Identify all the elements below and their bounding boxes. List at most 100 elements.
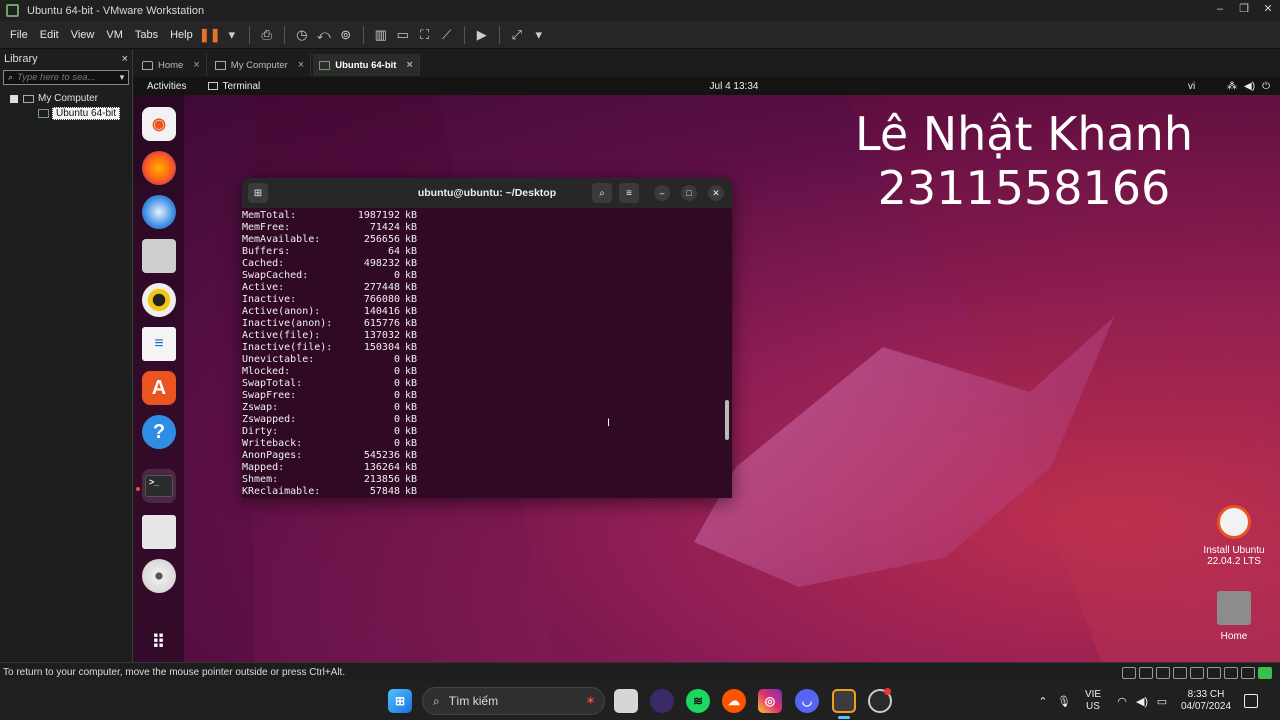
tab-home[interactable]: Home × <box>136 54 207 76</box>
input-language-indicator[interactable]: VIE US <box>1078 689 1108 713</box>
maximize-icon[interactable]: □ <box>681 185 697 201</box>
files-icon[interactable] <box>142 239 176 273</box>
show-library-icon[interactable]: ▥ <box>370 25 392 45</box>
close-tab-icon[interactable]: × <box>193 59 199 71</box>
snapshot-manager-icon[interactable]: ⊚ <box>335 25 357 45</box>
menu-view[interactable]: View <box>65 29 101 41</box>
library-search-field[interactable]: ⌕ Type here to sea... ▼ <box>3 70 129 85</box>
sound-card-icon[interactable] <box>1190 666 1204 679</box>
hamburger-menu-icon[interactable]: ≡ <box>619 183 639 203</box>
snapshot-icon[interactable]: ◷ <box>291 25 313 45</box>
menu-tabs[interactable]: Tabs <box>129 29 164 41</box>
firefox-icon[interactable] <box>142 151 176 185</box>
network-adapter-icon[interactable] <box>1156 666 1170 679</box>
power-dropdown-icon[interactable]: ▾ <box>221 25 243 45</box>
install-ubuntu-icon[interactable]: ◉ <box>142 107 176 141</box>
terminal-scrollbar[interactable] <box>725 400 729 440</box>
cd-drive-icon[interactable] <box>142 559 176 593</box>
minimize-button[interactable]: – <box>1208 0 1232 21</box>
terminal-dock-icon[interactable]: >_ <box>142 469 176 503</box>
meminfo-key: Buffers: <box>242 246 291 257</box>
start-windows-icon[interactable]: ⊞ <box>388 689 412 713</box>
ubuntu-guest-screen[interactable]: Activities Terminal Jul 4 13:34 vi ⁂ ◀) … <box>134 77 1280 662</box>
floppy-icon[interactable] <box>1207 666 1221 679</box>
menu-file[interactable]: File <box>0 29 34 41</box>
stretch-dropdown-icon[interactable]: ▾ <box>528 25 550 45</box>
meminfo-value: 545236 <box>363 450 400 461</box>
app-icon[interactable] <box>650 689 674 713</box>
menu-edit[interactable]: Edit <box>34 29 65 41</box>
chevron-down-icon[interactable]: ▼ <box>118 73 128 82</box>
meminfo-unit: kB <box>405 390 418 401</box>
tree-item-ubuntu[interactable]: Ubuntu 64-bit <box>0 106 132 121</box>
menu-vm[interactable]: VM <box>100 29 129 41</box>
close-tab-icon[interactable]: × <box>406 59 412 71</box>
help-icon[interactable]: ? <box>142 415 176 449</box>
discord-icon[interactable]: ◡ <box>795 689 819 713</box>
hard-disk-icon[interactable] <box>1122 666 1136 679</box>
volume-icon[interactable]: ◀) <box>1132 695 1152 708</box>
thumbnail-bar-icon[interactable]: ▭ <box>392 25 414 45</box>
app-menu-terminal[interactable]: Terminal <box>208 81 260 92</box>
close-button[interactable]: ✕ <box>1256 0 1280 21</box>
input-language[interactable]: vi <box>1188 81 1195 92</box>
instagram-icon[interactable]: ◎ <box>758 689 782 713</box>
meminfo-unit: kB <box>405 294 418 305</box>
terminal-header-bar[interactable]: ⊞ ubuntu@ubuntu: ~/Desktop ⌕ ≡ – □ ✕ <box>242 178 732 208</box>
system-menu[interactable]: ⁂ ◀) ⏻ <box>1227 81 1270 92</box>
taskbar-search-box[interactable]: ⌕ Tìm kiếm ✶ <box>422 687 605 715</box>
meminfo-key: Mlocked: <box>242 366 291 377</box>
console-view-icon[interactable]: ▶ <box>471 25 493 45</box>
collapse-icon[interactable] <box>10 94 18 103</box>
notification-icon[interactable] <box>1244 694 1258 708</box>
vmware-taskbar-icon[interactable] <box>832 689 856 713</box>
meminfo-key: KReclaimable: <box>242 486 321 497</box>
activities-button[interactable]: Activities <box>147 81 186 92</box>
battery-icon[interactable]: ▭ <box>1152 695 1172 708</box>
tree-item-my-computer[interactable]: My Computer <box>0 91 132 106</box>
desktop-icon-install-ubuntu[interactable]: Install Ubuntu 22.04.2 LTS <box>1194 505 1274 567</box>
cd-dvd-icon[interactable] <box>1139 666 1153 679</box>
minimize-icon[interactable]: – <box>654 185 670 201</box>
terminal-window[interactable]: ⊞ ubuntu@ubuntu: ~/Desktop ⌕ ≡ – □ ✕ Mem… <box>242 178 732 498</box>
clock-time: 8:33 CH <box>1187 689 1225 700</box>
terminal-output[interactable]: MemTotal: 1987192 kB MemFree: 71424 kB MemAvai… <box>242 208 732 498</box>
menu-help[interactable]: Help <box>164 29 199 41</box>
tab-my-computer[interactable]: My Computer × <box>209 54 312 76</box>
display-icon[interactable] <box>1241 666 1255 679</box>
thunderbird-icon[interactable] <box>142 195 176 229</box>
floppy-drive-icon[interactable] <box>142 515 176 549</box>
task-view-icon[interactable] <box>614 689 638 713</box>
ubuntu-software-icon[interactable]: A <box>142 371 176 405</box>
full-screen-icon[interactable]: ⛶ <box>414 25 436 45</box>
unity-icon[interactable]: ⟋ <box>436 25 458 45</box>
close-tab-icon[interactable]: × <box>298 59 304 71</box>
chevron-up-icon[interactable]: ⌃ <box>1036 695 1050 708</box>
watermark-id: 2311558166 <box>877 161 1171 215</box>
revert-snapshot-icon[interactable]: ⤺ <box>313 25 335 45</box>
spotify-icon[interactable]: ≋ <box>686 689 710 713</box>
wifi-icon[interactable]: ◠ <box>1112 695 1132 708</box>
libreoffice-writer-icon[interactable]: ≡ <box>142 327 176 361</box>
rhythmbox-icon[interactable] <box>142 283 176 317</box>
tab-ubuntu-64-bit[interactable]: Ubuntu 64-bit × <box>313 54 420 76</box>
tab-label: Home <box>158 59 184 71</box>
pause-vm-icon[interactable]: ❚❚ <box>199 25 221 45</box>
device-indicators <box>1122 666 1272 679</box>
taskbar-clock[interactable]: 8:33 CH 04/07/2024 <box>1178 689 1234 713</box>
gnome-clock[interactable]: Jul 4 13:34 <box>694 81 774 92</box>
soundcloud-icon[interactable]: ☁ <box>722 689 746 713</box>
stretch-guest-icon[interactable]: ⤢ <box>506 25 528 45</box>
usb-icon[interactable] <box>1173 666 1187 679</box>
send-ctrl-alt-del-icon[interactable]: ⎙ <box>256 25 278 45</box>
printer-icon[interactable] <box>1224 666 1238 679</box>
library-header: Library × <box>0 50 132 68</box>
meminfo-value: 1987192 <box>357 210 400 221</box>
desktop-icon-home[interactable]: Home <box>1194 591 1274 642</box>
close-icon[interactable]: ✕ <box>708 185 724 201</box>
show-apps-icon[interactable]: ⠿ <box>142 625 176 659</box>
microphone-icon[interactable]: 🎙 <box>1050 695 1078 708</box>
library-close-button[interactable]: × <box>122 53 128 65</box>
terminal-search-icon[interactable]: ⌕ <box>592 183 612 203</box>
restore-button[interactable]: ❐ <box>1232 0 1256 21</box>
